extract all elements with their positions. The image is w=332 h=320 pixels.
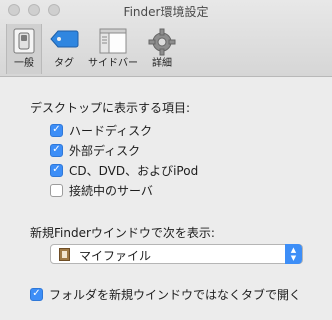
checkbox-checked-icon[interactable]: ✓ [50, 143, 63, 157]
new-window-heading: 新規Finderウインドウで次を表示: [30, 226, 215, 240]
popup-selected-value: マイファイル [79, 249, 152, 263]
tab-tags-label: タグ [54, 58, 74, 69]
tab-tags[interactable]: タグ [46, 24, 82, 74]
checkbox-label: ハードディスク [69, 123, 153, 138]
documents-icon [59, 248, 70, 261]
checkbox-hard-disks[interactable]: ✓ ハードディスク [50, 122, 152, 138]
tab-advanced[interactable]: 詳細 [142, 24, 182, 74]
checkbox-unchecked-icon[interactable] [50, 183, 63, 197]
checkbox-open-folders-in-tabs[interactable]: ✓ フォルダを新規ウインドウではなくタブで開く [30, 286, 301, 302]
checkbox-label: 外部ディスク [69, 143, 141, 158]
checkbox-checked-icon[interactable]: ✓ [30, 287, 43, 301]
finder-preferences-window: Finder環境設定 一般 タグ サイドバー 詳細 デスクトップに表示する項目:… [0, 0, 332, 320]
window-title: Finder環境設定 [123, 5, 209, 19]
tag-icon [49, 28, 79, 54]
new-window-target-popup[interactable]: マイファイル ▲ ▼ [50, 244, 303, 264]
tab-advanced-label: 詳細 [152, 58, 172, 69]
checkbox-label: CD、DVD、およびiPod [69, 163, 199, 178]
tab-sidebar[interactable]: サイドバー [84, 24, 142, 74]
desktop-items-heading: デスクトップに表示する項目: [30, 101, 191, 115]
checkbox-checked-icon[interactable]: ✓ [50, 163, 63, 177]
checkbox-checked-icon[interactable]: ✓ [50, 123, 63, 137]
tab-general[interactable]: 一般 [6, 24, 42, 74]
titlebar: Finder環境設定 一般 タグ サイドバー 詳細 [0, 0, 332, 77]
tab-sidebar-label: サイドバー [88, 58, 138, 69]
chevron-updown-icon[interactable]: ▲ ▼ [285, 244, 302, 264]
checkbox-cds-dvds-ipods[interactable]: ✓ CD、DVD、およびiPod [50, 162, 198, 178]
checkbox-external-disks[interactable]: ✓ 外部ディスク [50, 142, 140, 158]
checkbox-label: フォルダを新規ウインドウではなくタブで開く [49, 287, 302, 302]
checkbox-label: 接続中のサーバ [69, 183, 153, 198]
tab-general-label: 一般 [14, 58, 34, 69]
checkbox-connected-servers[interactable]: 接続中のサーバ [50, 182, 153, 198]
